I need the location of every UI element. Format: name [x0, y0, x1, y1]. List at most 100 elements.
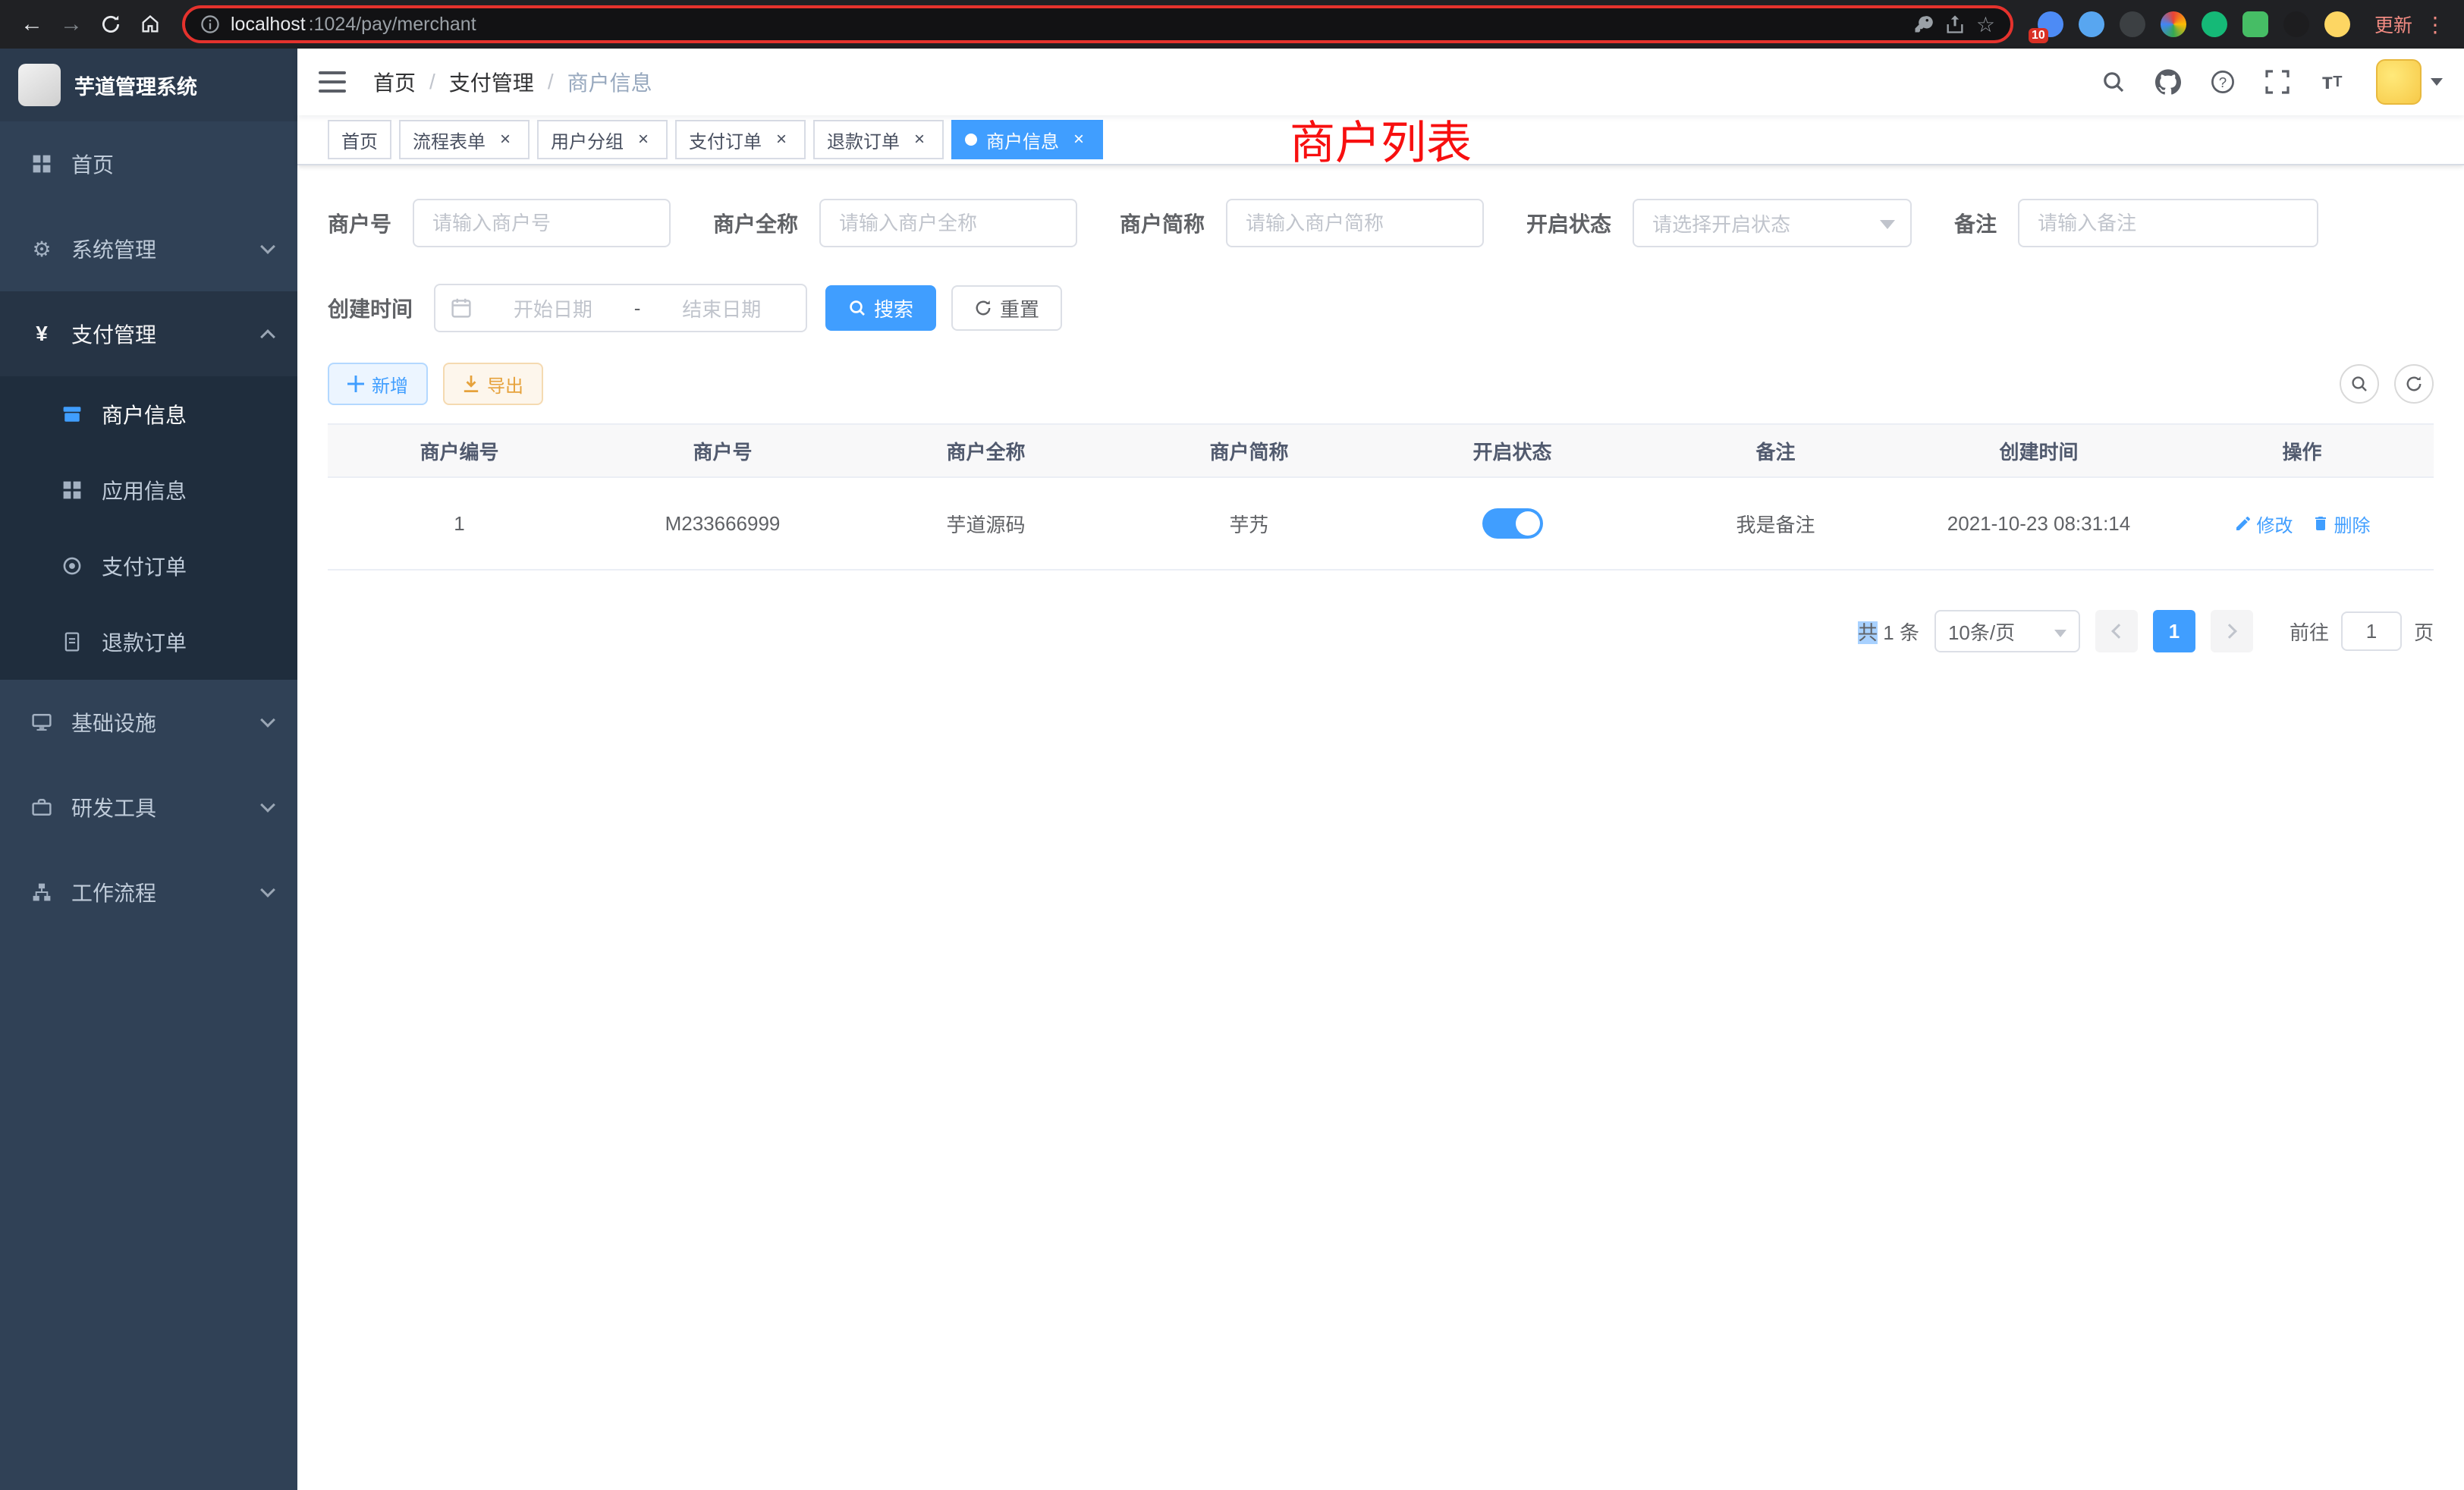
full-name-input[interactable]	[819, 199, 1077, 247]
pagination-total-prefix: 共	[1858, 621, 1878, 644]
breadcrumb: 首页 / 支付管理 / 商户信息	[373, 67, 652, 97]
grid-icon	[61, 480, 83, 500]
dashboard-icon	[30, 154, 53, 174]
edit-link[interactable]: 修改	[2234, 511, 2293, 537]
date-start-placeholder[interactable]: 开始日期	[484, 294, 622, 322]
page-number-1[interactable]: 1	[2153, 610, 2195, 652]
col-header-merchant-no: 商户号	[591, 425, 854, 476]
status-select-placeholder: 请选择开启状态	[1652, 209, 1790, 237]
chevron-up-icon	[260, 329, 275, 344]
navbar-tools: ? тT	[2091, 59, 2443, 105]
reset-button[interactable]: 重置	[951, 285, 1062, 331]
search-button[interactable]: 搜索	[825, 285, 936, 331]
sidebar-item-app-info[interactable]: 应用信息	[0, 452, 297, 528]
status-toggle[interactable]	[1482, 508, 1543, 539]
extension-notes-icon[interactable]	[2242, 11, 2268, 37]
sidebar-item-system[interactable]: ⚙ 系统管理	[0, 206, 297, 291]
github-icon[interactable]	[2145, 59, 2191, 105]
sidebar-item-payment[interactable]: ¥ 支付管理	[0, 291, 297, 376]
date-end-placeholder[interactable]: 结束日期	[652, 294, 790, 322]
header-search-icon[interactable]	[2091, 59, 2136, 105]
fullscreen-icon[interactable]	[2255, 59, 2300, 105]
bookmark-star-icon[interactable]: ☆	[1976, 12, 1995, 37]
delete-icon	[2312, 514, 2330, 533]
close-icon[interactable]: ×	[771, 129, 792, 150]
remark-input[interactable]	[2018, 199, 2318, 247]
close-icon[interactable]: ×	[1068, 129, 1089, 150]
sidebar-item-merchant-info[interactable]: 商户信息	[0, 376, 297, 452]
hamburger-icon[interactable]	[319, 71, 349, 93]
extension-profile-icon[interactable]	[2161, 11, 2186, 37]
browser-forward-icon[interactable]: →	[52, 6, 91, 42]
date-range-picker[interactable]: 开始日期 - 结束日期	[434, 284, 807, 332]
sidebar-item-dev-tools[interactable]: 研发工具	[0, 765, 297, 850]
password-key-icon[interactable]	[1912, 14, 1934, 35]
table-row: 1 M233666999 芋道源码 芋艿 我是备注 2021-10-23 08:…	[328, 478, 2434, 571]
help-icon[interactable]: ?	[2200, 59, 2246, 105]
page-size-select[interactable]: 10条/页	[1934, 610, 2080, 652]
browser-refresh-icon[interactable]	[91, 6, 130, 42]
browser-home-icon[interactable]	[130, 6, 170, 42]
user-avatar[interactable]	[2376, 59, 2422, 105]
col-header-status: 开启状态	[1381, 425, 1644, 476]
toggle-search-icon[interactable]	[2340, 364, 2379, 404]
delete-link-label: 删除	[2334, 511, 2371, 537]
extension-drop-icon[interactable]	[2079, 11, 2104, 37]
browser-chrome: ← → localhost:1024/pay/merchant ☆ 10	[0, 0, 2464, 49]
close-icon[interactable]: ×	[909, 129, 930, 150]
tab-process-form[interactable]: 流程表单×	[399, 120, 530, 159]
cell-actions: 修改 删除	[2170, 478, 2434, 569]
breadcrumb-home[interactable]: 首页	[373, 67, 416, 97]
next-page-button[interactable]	[2211, 610, 2253, 652]
delete-link[interactable]: 删除	[2312, 511, 2371, 537]
browser-menu-icon[interactable]: ⋮	[2425, 12, 2446, 37]
extension-green-circle-icon[interactable]	[2202, 11, 2227, 37]
font-size-icon[interactable]: тT	[2309, 59, 2355, 105]
sidebar: 芋道管理系统 首页 ⚙ 系统管理 ¥ 支付管理	[0, 49, 297, 1490]
address-bar[interactable]: localhost:1024/pay/merchant ☆	[182, 5, 2013, 43]
page-info-icon[interactable]	[200, 14, 220, 34]
chevron-down-icon	[1880, 220, 1895, 229]
extension-dark-icon[interactable]	[2120, 11, 2145, 37]
sidebar-logo[interactable]: 芋道管理系统	[0, 49, 297, 121]
reset-button-label: 重置	[1000, 294, 1039, 322]
filter-remark: 备注	[1954, 199, 2318, 247]
sidebar-item-workflow[interactable]: 工作流程	[0, 850, 297, 935]
merchant-no-input[interactable]	[413, 199, 671, 247]
status-select[interactable]: 请选择开启状态	[1633, 199, 1912, 247]
short-name-input[interactable]	[1226, 199, 1484, 247]
user-menu[interactable]	[2376, 59, 2443, 105]
add-button[interactable]: 新增	[328, 363, 428, 405]
tab-merchant-info[interactable]: 商户信息×	[951, 120, 1103, 159]
monitor-icon	[30, 712, 53, 732]
share-icon[interactable]	[1944, 14, 1966, 35]
sidebar-item-infrastructure[interactable]: 基础设施	[0, 680, 297, 765]
filter-create-time: 创建时间 开始日期 - 结束日期	[328, 284, 807, 332]
prev-page-button[interactable]	[2095, 610, 2138, 652]
tab-home[interactable]: 首页	[328, 120, 391, 159]
sidebar-item-home[interactable]: 首页	[0, 121, 297, 206]
tab-payment-orders[interactable]: 支付订单×	[675, 120, 806, 159]
url-host: localhost	[231, 14, 306, 36]
create-time-label: 创建时间	[328, 293, 413, 323]
refresh-table-icon[interactable]	[2394, 364, 2434, 404]
sidebar-item-payment-orders[interactable]: 支付订单	[0, 528, 297, 604]
shop-icon	[61, 404, 83, 424]
extension-face-icon[interactable]	[2324, 11, 2350, 37]
tab-refund-orders[interactable]: 退款订单×	[813, 120, 944, 159]
remark-label: 备注	[1954, 208, 1997, 238]
calendar-icon	[451, 297, 472, 319]
export-button[interactable]: 导出	[443, 363, 543, 405]
browser-update-button[interactable]: 更新	[2374, 11, 2412, 38]
close-icon[interactable]: ×	[633, 129, 654, 150]
sidebar-item-refund-orders[interactable]: 退款订单	[0, 604, 297, 680]
close-icon[interactable]: ×	[495, 129, 516, 150]
extension-pin-icon[interactable]	[2283, 11, 2309, 37]
workflow-icon	[30, 882, 53, 902]
breadcrumb-payment[interactable]: 支付管理	[449, 67, 534, 97]
refresh-icon	[974, 299, 992, 317]
tab-user-group[interactable]: 用户分组×	[537, 120, 668, 159]
goto-page-input[interactable]	[2341, 611, 2402, 651]
extension-puzzle-icon[interactable]: 10	[2038, 11, 2063, 37]
browser-back-icon[interactable]: ←	[12, 6, 52, 42]
